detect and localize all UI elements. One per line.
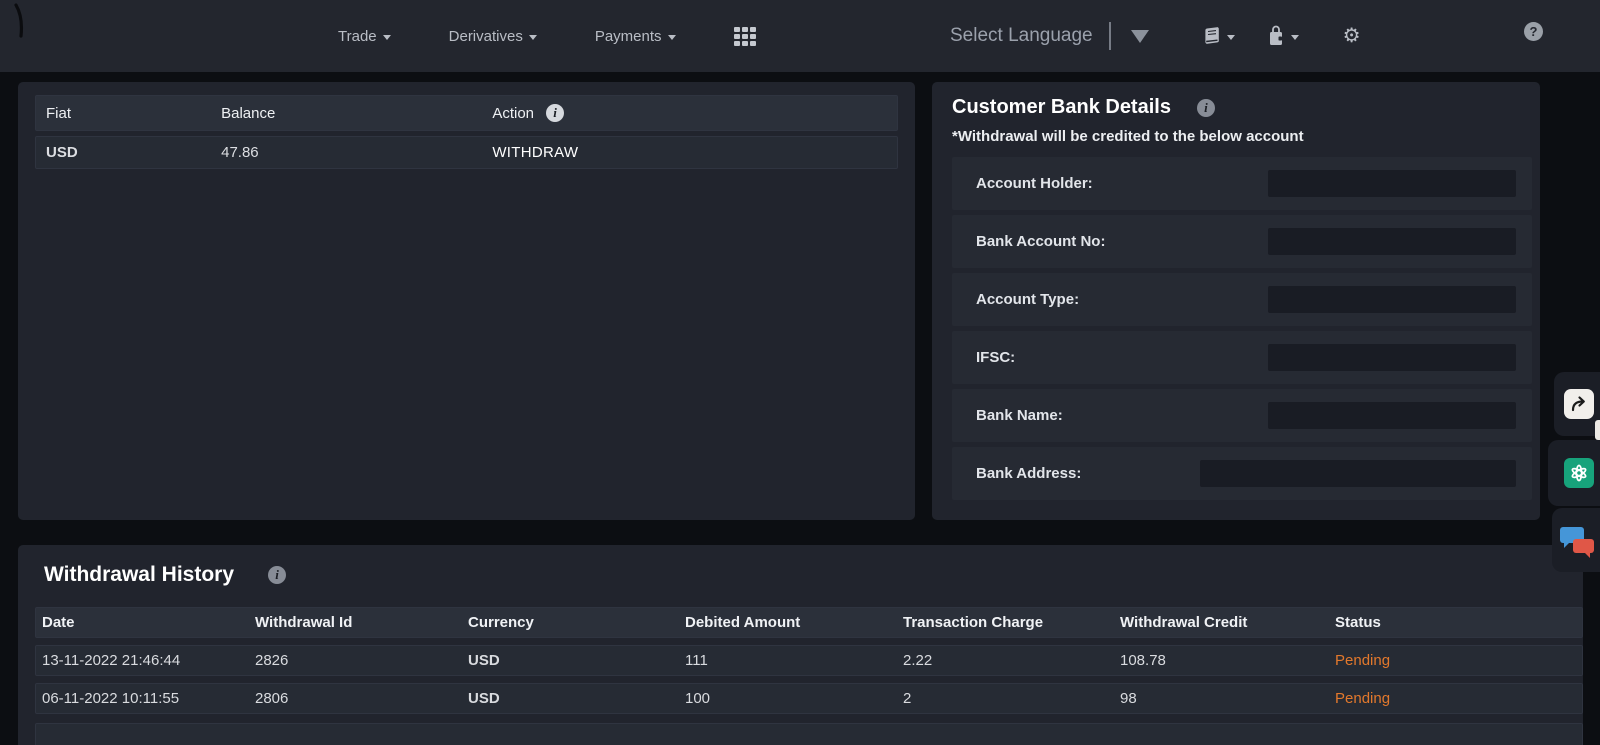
cell-transaction-charge: 2.22 — [903, 652, 1120, 669]
cell-debited-amount: 100 — [685, 690, 903, 707]
withdrawal-table-header: Date Withdrawal Id Currency Debited Amou… — [35, 607, 1583, 638]
cell-withdrawal-credit: 108.78 — [1120, 652, 1335, 669]
col-status: Status — [1335, 614, 1582, 631]
fiat-header-fiat: Fiat — [36, 105, 221, 122]
col-debited-amount: Debited Amount — [685, 614, 903, 631]
bank-field-label: Bank Name: — [976, 407, 1063, 424]
cell-date: 06-11-2022 10:11:55 — [36, 690, 255, 707]
bank-details-info-icon[interactable] — [1197, 99, 1215, 117]
cell-withdrawal-id: 2806 — [255, 690, 468, 707]
bank-field-value-box — [1268, 170, 1516, 197]
topbar-right-group: Select Language ⚙ — [950, 0, 1361, 72]
customer-bank-details-panel: Customer Bank Details *Withdrawal will b… — [932, 82, 1540, 520]
withdrawal-row: 06-11-2022 10:11:55 2806 USD 100 2 98 Pe… — [35, 683, 1583, 714]
bank-field-bank-account-no: Bank Account No: — [952, 215, 1532, 268]
col-date: Date — [36, 614, 255, 631]
bank-field-bank-name: Bank Name: — [952, 389, 1532, 442]
cell-debited-amount: 111 — [685, 652, 903, 669]
withdrawal-row: 13-11-2022 21:46:44 2826 USD 111 2.22 10… — [35, 645, 1583, 676]
withdrawal-history-panel: Withdrawal History Date Withdrawal Id Cu… — [18, 545, 1583, 745]
bank-field-value-box — [1268, 228, 1516, 255]
withdrawal-history-title: Withdrawal History — [44, 563, 234, 587]
bank-details-title: Customer Bank Details — [952, 96, 1171, 119]
bank-field-account-type: Account Type: — [952, 273, 1532, 326]
caret-down-icon — [1291, 35, 1299, 40]
fiat-header-action: Action — [492, 105, 534, 122]
fiat-header-balance: Balance — [221, 105, 492, 122]
nav-derivatives-label: Derivatives — [449, 28, 523, 45]
nav-item-trade[interactable]: Trade — [338, 28, 391, 45]
fiat-currency: USD — [36, 144, 221, 161]
bank-field-ifsc: IFSC: — [952, 331, 1532, 384]
col-currency: Currency — [468, 614, 685, 631]
nav-trade-label: Trade — [338, 28, 377, 45]
bank-field-account-holder: Account Holder: — [952, 157, 1532, 210]
book-icon — [1201, 25, 1223, 47]
fiat-table-header: Fiat Balance Action — [35, 95, 898, 131]
chatgpt-extension-tab[interactable] — [1548, 440, 1600, 506]
help-icon[interactable] — [1524, 22, 1543, 41]
caret-down-icon — [1227, 35, 1235, 40]
nav-item-derivatives[interactable]: Derivatives — [449, 28, 537, 45]
withdrawal-history-table: Date Withdrawal Id Currency Debited Amou… — [35, 607, 1583, 745]
caret-down-icon — [383, 35, 391, 40]
withdrawal-history-info-icon[interactable] — [268, 566, 286, 584]
bank-details-subtitle: *Withdrawal will be credited to the belo… — [952, 128, 1532, 145]
nav-item-payments[interactable]: Payments — [595, 28, 676, 45]
bank-field-label: Bank Address: — [976, 465, 1081, 482]
status-badge: Pending — [1335, 652, 1582, 669]
divider — [1109, 22, 1111, 50]
bank-details-fields: Account Holder: Bank Account No: Account… — [952, 157, 1532, 500]
gear-icon[interactable]: ⚙ — [1343, 26, 1361, 46]
cell-currency: USD — [468, 652, 685, 669]
share-extension-tab[interactable] — [1554, 372, 1600, 436]
nav-payments-label: Payments — [595, 28, 662, 45]
withdrawal-row-partial — [35, 723, 1583, 745]
withdraw-button[interactable]: WITHDRAW — [492, 144, 578, 161]
wallet-security-menu[interactable] — [1265, 24, 1299, 48]
col-withdrawal-id: Withdrawal Id — [255, 614, 468, 631]
col-transaction-charge: Transaction Charge — [903, 614, 1120, 631]
bank-field-bank-address: Bank Address: — [952, 447, 1532, 500]
apps-grid-icon[interactable] — [734, 27, 756, 46]
logo-mark — [12, 3, 34, 44]
edge-sliver-tab[interactable] — [1595, 420, 1600, 440]
cell-withdrawal-credit: 98 — [1120, 690, 1335, 707]
bank-field-value-box — [1268, 344, 1516, 371]
fiat-table: Fiat Balance Action USD 47.86 WITHDRAW — [35, 95, 898, 169]
cell-currency: USD — [468, 690, 685, 707]
bank-field-label: Account Holder: — [976, 175, 1093, 192]
bank-field-label: Account Type: — [976, 291, 1079, 308]
main-nav: Trade Derivatives Payments — [338, 0, 756, 72]
fiat-table-row: USD 47.86 WITHDRAW — [35, 136, 898, 169]
cell-date: 13-11-2022 21:46:44 — [36, 652, 255, 669]
wallet-lock-icon — [1265, 24, 1287, 48]
cell-transaction-charge: 2 — [903, 690, 1120, 707]
language-dropdown-triangle-icon[interactable] — [1131, 30, 1149, 43]
action-info-icon[interactable] — [546, 104, 564, 122]
bank-field-label: IFSC: — [976, 349, 1015, 366]
chat-bubbles-icon — [1560, 525, 1594, 555]
col-withdrawal-credit: Withdrawal Credit — [1120, 614, 1335, 631]
caret-down-icon — [529, 35, 537, 40]
bank-field-label: Bank Account No: — [976, 233, 1105, 250]
fiat-balance-value: 47.86 — [221, 144, 492, 161]
chatgpt-icon — [1564, 458, 1594, 488]
bank-field-value-box — [1268, 286, 1516, 313]
status-badge: Pending — [1335, 690, 1582, 707]
orders-book-menu[interactable] — [1201, 25, 1235, 47]
top-navigation-bar: Trade Derivatives Payments Select Langua… — [0, 0, 1600, 72]
chat-extension-tab[interactable] — [1552, 508, 1600, 572]
share-icon — [1564, 389, 1594, 419]
bank-field-value-box — [1200, 460, 1516, 487]
fiat-balance-panel: Fiat Balance Action USD 47.86 WITHDRAW — [18, 82, 915, 520]
cell-withdrawal-id: 2826 — [255, 652, 468, 669]
caret-down-icon — [668, 35, 676, 40]
bank-field-value-box — [1268, 402, 1516, 429]
language-selector[interactable]: Select Language — [950, 25, 1093, 47]
